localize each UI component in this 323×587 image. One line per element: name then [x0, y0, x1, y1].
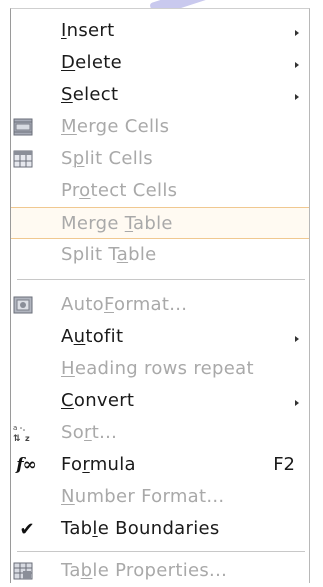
shortcut-label: F2	[273, 454, 295, 475]
svg-text:a: a	[13, 424, 17, 432]
menu-item-label: Protect Cells	[61, 180, 178, 201]
menu-item-label: Table Boundaries	[61, 518, 220, 539]
submenu-arrow-icon	[295, 400, 299, 406]
submenu-arrow-icon	[295, 336, 299, 342]
menu-item-split-table[interactable]: Split Table	[11, 239, 309, 271]
formula-icon: f∞	[16, 455, 37, 475]
merge-cells-icon	[11, 115, 35, 139]
menu-item-label: Delete	[61, 52, 122, 73]
table-context-menu: Insert Delete Select Merge Cells Split C…	[10, 8, 310, 583]
menu-item-label: Split Cells	[61, 148, 153, 169]
menu-item-sort[interactable]: a ⇅ z Sort...	[11, 417, 309, 449]
submenu-arrow-icon	[295, 30, 299, 36]
menu-item-number-format[interactable]: Number Format...	[11, 481, 309, 513]
sort-icon: a ⇅ z	[11, 421, 35, 445]
menu-item-label: Select	[61, 84, 119, 105]
menu-item-autofit[interactable]: Autofit	[11, 321, 309, 353]
table-properties-icon	[11, 559, 35, 583]
menu-item-label: Table Properties...	[61, 560, 228, 581]
menu-item-protect-cells[interactable]: Protect Cells	[11, 175, 309, 207]
menu-item-table-properties[interactable]: Table Properties...	[11, 555, 309, 587]
menu-separator	[17, 551, 305, 552]
menu-item-label: Heading rows repeat	[61, 358, 254, 379]
menu-item-insert[interactable]: Insert	[11, 15, 309, 47]
svg-text:⇅: ⇅	[13, 434, 21, 444]
svg-text:z: z	[25, 434, 30, 443]
menu-item-autoformat[interactable]: AutoFormat...	[11, 289, 309, 321]
menu-item-heading-rows-repeat[interactable]: Heading rows repeat	[11, 353, 309, 385]
menu-item-label: Merge Cells	[61, 116, 170, 137]
menu-item-label: Number Format...	[61, 486, 225, 507]
menu-item-label: Autofit	[61, 326, 124, 347]
menu-item-label: Convert	[61, 390, 135, 411]
split-cells-icon	[11, 147, 35, 171]
menu-item-merge-table[interactable]: Merge Table	[11, 207, 309, 239]
submenu-arrow-icon	[295, 62, 299, 68]
menu-item-label: Formula	[61, 454, 136, 475]
menu-item-label: Merge Table	[61, 213, 173, 234]
menu-item-label: Sort...	[61, 422, 118, 443]
menu-item-split-cells[interactable]: Split Cells	[11, 143, 309, 175]
menu-item-formula[interactable]: f∞ Formula F2	[11, 449, 309, 481]
submenu-arrow-icon	[295, 94, 299, 100]
autoformat-icon	[11, 293, 35, 317]
menu-separator	[17, 279, 305, 280]
menu-item-table-boundaries[interactable]: ✔ Table Boundaries	[11, 513, 309, 545]
menu-item-delete[interactable]: Delete	[11, 47, 309, 79]
menu-item-merge-cells[interactable]: Merge Cells	[11, 111, 309, 143]
menu-item-select[interactable]: Select	[11, 79, 309, 111]
checkmark-icon: ✔	[19, 518, 35, 540]
menu-item-convert[interactable]: Convert	[11, 385, 309, 417]
menu-item-label: Split Table	[61, 244, 157, 265]
menu-item-label: Insert	[61, 20, 115, 41]
menu-item-label: AutoFormat...	[61, 294, 188, 315]
